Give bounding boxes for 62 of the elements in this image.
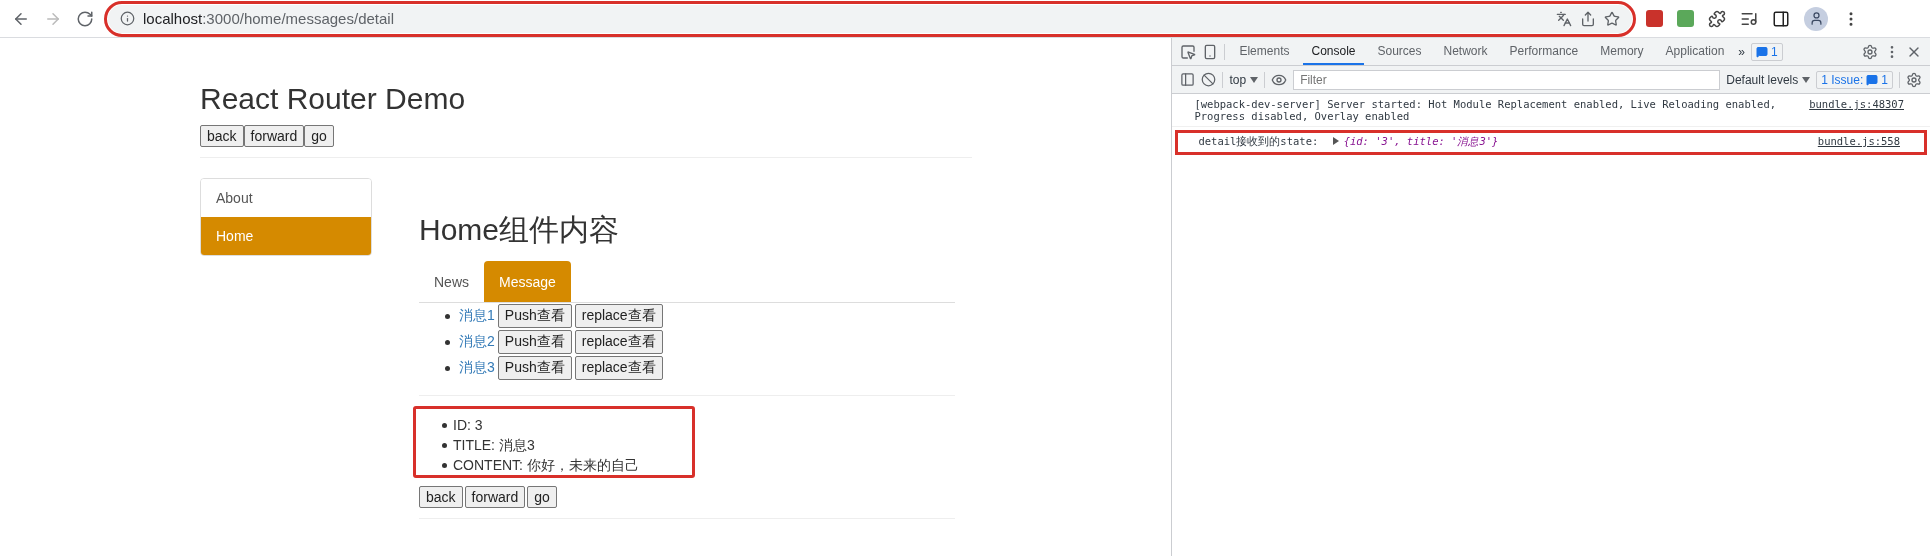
push-button[interactable]: Push查看 [497,330,572,354]
bullet-icon [445,365,450,371]
history-button[interactable]: go [304,125,334,147]
replace-button[interactable]: replace查看 [574,356,663,380]
detail-item: TITLE: 消息3 [453,436,535,454]
devtools-tab[interactable]: Application [1657,38,1733,65]
context-select[interactable]: top [1229,72,1259,87]
devtools-tab[interactable]: Memory [1592,38,1652,65]
source-link[interactable]: bundle.js:558 [1817,135,1900,149]
share-icon[interactable] [1580,10,1596,27]
bullet-icon [445,313,450,319]
inspect-icon[interactable] [1180,43,1197,60]
filter-field[interactable]: Filter [1293,69,1721,90]
settings-icon[interactable] [1906,71,1922,88]
issues-badge[interactable]: 1 [1751,42,1783,61]
reload-icon[interactable] [76,9,94,28]
devtools-tab[interactable]: Sources [1369,38,1430,65]
page-title: React Router Demo [200,82,467,116]
sidebar-icon[interactable] [1180,72,1196,87]
more-tabs[interactable]: » [1738,44,1745,59]
info-icon[interactable] [120,11,135,26]
message-link[interactable]: 消息1 [459,307,495,325]
avatar-icon[interactable] [1804,6,1828,31]
tab[interactable]: News [419,261,484,302]
settings-icon[interactable] [1862,43,1878,60]
message-link[interactable]: 消息3 [459,359,495,377]
detail-item: ID: 3 [453,416,483,434]
side-panel-icon[interactable] [1772,9,1790,28]
history-button[interactable]: back [200,125,244,147]
translate-icon[interactable] [1556,10,1572,27]
url-text: localhost:3000/home/messages/detail [143,10,394,27]
devtools-tab[interactable]: Performance [1501,38,1587,65]
message-icon [1866,73,1879,86]
expand-icon[interactable] [1332,137,1339,145]
detail-item: CONTENT: 你好，未来的自己 [453,456,639,474]
log-text: detail接收到的state: {id: '3', title: '消息3'} [1198,135,1500,149]
clear-icon[interactable] [1201,72,1217,87]
push-button[interactable]: Push查看 [497,304,572,328]
star-icon[interactable] [1604,10,1620,27]
message-link[interactable]: 消息2 [459,333,495,351]
history-button[interactable]: go [527,486,557,508]
replace-button[interactable]: replace查看 [574,330,663,354]
log-text: [webpack-dev-server] Server started: Hot Module Replacement enabled, Live Reloading enabled, Progress disabled, Overlay enabled [1194,98,1778,122]
caret-icon [1250,76,1259,83]
source-link[interactable]: bundle.js:48307 [1809,98,1904,122]
push-button[interactable]: Push查看 [497,356,572,380]
caret-icon [1802,76,1811,83]
devtools-tab[interactable]: Network [1435,38,1496,65]
issues-button[interactable]: 1 Issue: 1 [1816,70,1893,89]
puzzle-icon[interactable] [1708,9,1726,28]
devtools-tab[interactable]: Elements [1231,38,1298,65]
history-button[interactable]: back [419,486,463,508]
bullet-icon [442,422,447,428]
levels-select[interactable]: Default levels [1726,72,1811,87]
history-button[interactable]: forward [243,125,305,147]
replace-button[interactable]: replace查看 [574,304,663,328]
history-button[interactable]: forward [464,486,526,508]
bullet-icon [442,462,447,468]
bullet-icon [445,339,450,345]
section-heading: Home组件内容 [419,212,621,248]
bullet-icon [442,442,447,448]
message-icon [1756,45,1768,58]
